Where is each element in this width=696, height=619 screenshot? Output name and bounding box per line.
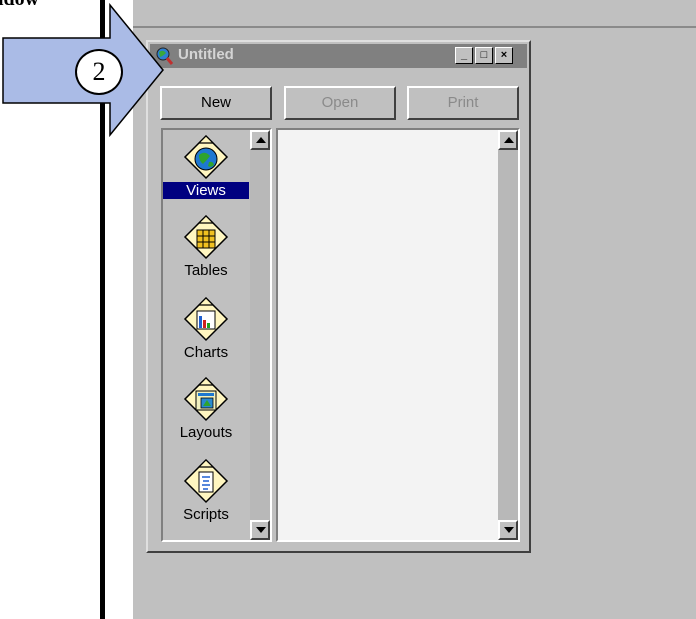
- doc-type-tables[interactable]: Tables: [163, 214, 249, 280]
- open-button[interactable]: Open: [284, 86, 396, 120]
- step-number-badge: 2: [75, 49, 123, 95]
- project-window: Untitled _ □ × New Open Print Views Tabl…: [146, 40, 531, 553]
- chevron-down-icon: [256, 527, 266, 533]
- doc-type-list[interactable]: Views Tables Charts Layouts Scripts: [161, 128, 272, 542]
- minimize-button[interactable]: _: [455, 47, 473, 64]
- scroll-down-button[interactable]: [250, 520, 270, 540]
- minimize-icon: _: [460, 49, 468, 61]
- doc-pane-scrollbar[interactable]: [498, 130, 518, 540]
- print-button[interactable]: Print: [407, 86, 519, 120]
- scroll-down-button[interactable]: [498, 520, 518, 540]
- layout-icon: [183, 376, 229, 422]
- globe-icon: [183, 134, 229, 180]
- doc-type-label: Scripts: [183, 506, 229, 523]
- application-desktop: Untitled _ □ × New Open Print Views Tabl…: [133, 0, 696, 619]
- script-icon: [183, 458, 229, 504]
- scroll-up-button[interactable]: [250, 130, 270, 150]
- window-titlebar[interactable]: Untitled _ □ ×: [150, 44, 527, 68]
- scroll-up-button[interactable]: [498, 130, 518, 150]
- document-list-pane[interactable]: [276, 128, 520, 542]
- doc-list-scrollbar[interactable]: [250, 130, 270, 540]
- chart-icon: [183, 296, 229, 342]
- new-button[interactable]: New: [160, 86, 272, 120]
- chevron-down-icon: [504, 527, 514, 533]
- doc-type-charts[interactable]: Charts: [163, 296, 249, 362]
- desktop-divider: [133, 26, 696, 28]
- chevron-up-icon: [504, 137, 514, 143]
- doc-type-layouts[interactable]: Layouts: [163, 376, 249, 442]
- doc-type-label: Views: [163, 182, 249, 199]
- window-title: Untitled: [178, 46, 234, 63]
- doc-type-label: Tables: [184, 262, 228, 279]
- doc-type-label: Charts: [183, 344, 229, 361]
- close-button[interactable]: ×: [495, 47, 513, 64]
- maximize-button[interactable]: □: [475, 47, 493, 64]
- chevron-up-icon: [256, 137, 266, 143]
- maximize-icon: □: [480, 49, 488, 61]
- doc-type-scripts[interactable]: Scripts: [163, 458, 249, 524]
- close-icon: ×: [500, 49, 508, 61]
- doc-type-label: Layouts: [179, 424, 233, 441]
- doc-type-views[interactable]: Views: [163, 134, 249, 200]
- table-icon: [183, 214, 229, 260]
